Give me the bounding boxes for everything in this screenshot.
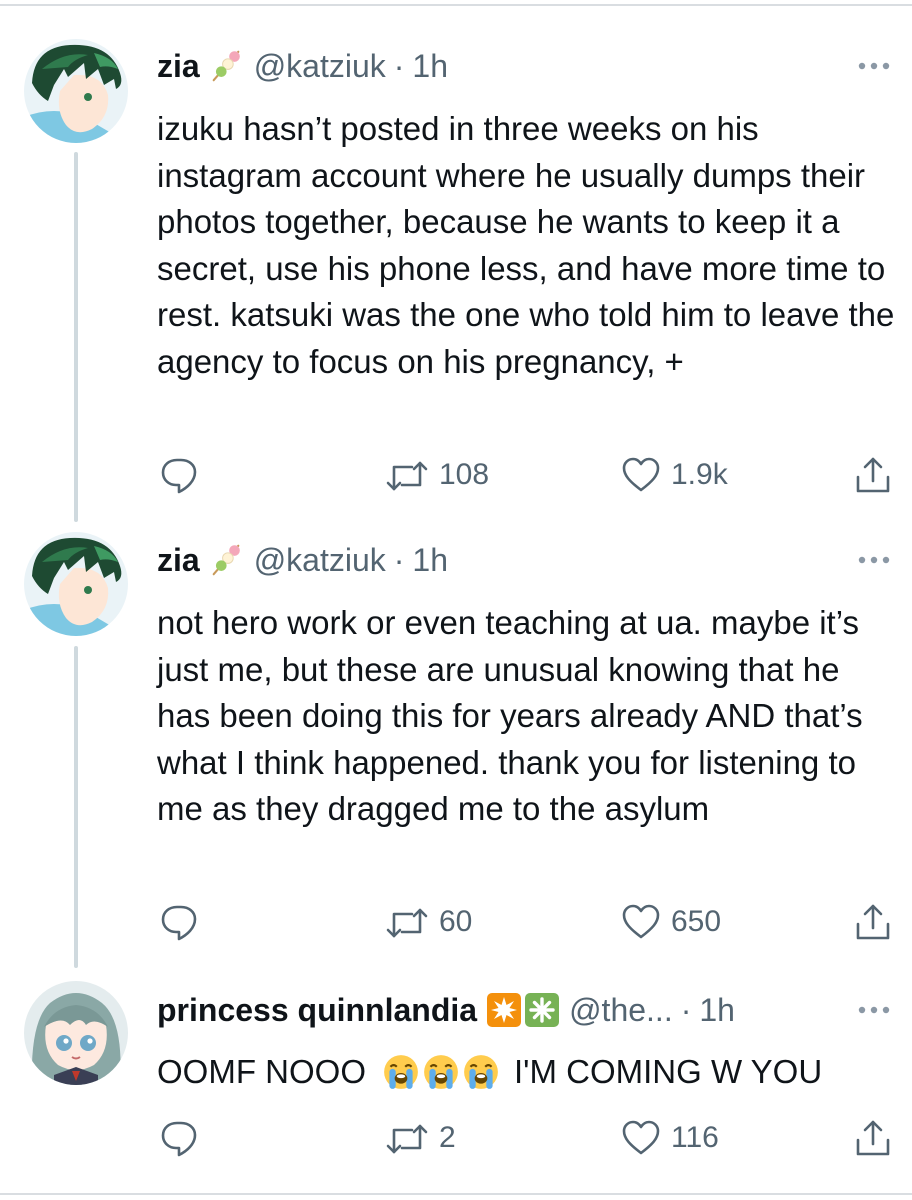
heart-icon — [622, 904, 660, 939]
eight-spoked-asterisk-icon — [525, 993, 560, 1027]
eight-pointed-star-icon — [487, 993, 522, 1027]
retweet-count: 108 — [439, 458, 490, 491]
reply-icon — [161, 1121, 197, 1157]
reply-icon — [161, 905, 197, 941]
heart-icon — [622, 1120, 660, 1155]
avatar[interactable] — [24, 532, 128, 636]
loudly-crying-face-icon — [463, 1054, 499, 1091]
bottom-divider — [0, 1193, 912, 1195]
avatar[interactable] — [24, 981, 128, 1085]
like-button[interactable]: 116 — [621, 1118, 719, 1158]
tweet-header: princess quinnlandia @the... · 1h — [157, 990, 735, 1030]
avatar[interactable] — [24, 39, 128, 143]
separator-dot: · — [393, 48, 405, 84]
retweet-count: 2 — [439, 1121, 456, 1154]
display-name[interactable]: zia — [157, 540, 200, 580]
share-button[interactable] — [853, 1118, 893, 1158]
share-icon — [856, 904, 890, 940]
share-button[interactable] — [853, 902, 893, 942]
tweet-actions: 2 116 — [157, 1118, 897, 1162]
timestamp[interactable]: 1h — [412, 46, 448, 86]
separator-dot: · — [393, 542, 405, 578]
more-options-icon[interactable] — [856, 554, 892, 566]
dango-icon — [212, 544, 241, 576]
tweet-actions: 108 1.9k — [157, 455, 897, 499]
like-count: 650 — [671, 905, 722, 938]
reply-icon — [161, 458, 197, 494]
share-icon — [856, 1120, 890, 1156]
tweet-header: zia @katziuk · 1h — [157, 46, 448, 86]
loudly-crying-face-icon — [383, 1054, 419, 1091]
like-button[interactable]: 1.9k — [621, 455, 728, 495]
retweet-button[interactable]: 2 — [385, 1118, 456, 1158]
timestamp[interactable]: 1h — [412, 540, 448, 580]
like-count: 1.9k — [671, 458, 728, 491]
timestamp[interactable]: 1h — [699, 990, 735, 1030]
reply-button[interactable] — [159, 902, 199, 942]
heart-icon — [622, 457, 660, 492]
separator-dot: · — [680, 992, 692, 1028]
handle[interactable]: @katziuk — [254, 46, 386, 86]
dango-icon — [212, 50, 241, 82]
handle[interactable]: @katziuk — [254, 540, 386, 580]
tweet-text-start: OOMF NOOO — [157, 1053, 366, 1090]
more-options-icon[interactable] — [856, 1004, 892, 1016]
like-button[interactable]: 650 — [621, 902, 721, 942]
retweet-button[interactable]: 108 — [385, 455, 489, 495]
retweet-icon — [386, 461, 428, 491]
reply-button[interactable] — [159, 1118, 199, 1158]
retweet-icon — [386, 908, 428, 938]
retweet-count: 60 — [439, 905, 473, 938]
share-icon — [856, 457, 890, 493]
tweet-text: izuku hasn’t posted in three weeks on hi… — [157, 110, 895, 380]
like-count: 116 — [671, 1121, 719, 1154]
tweet-text: not hero work or even teaching at ua. ma… — [157, 604, 863, 827]
retweet-button[interactable]: 60 — [385, 902, 472, 942]
tweet-actions: 60 650 — [157, 902, 897, 946]
loudly-crying-face-icon — [423, 1054, 459, 1091]
thread-connector — [74, 152, 78, 522]
tweet-text: OOMF NOOO I'M COMING W YOU — [157, 1049, 897, 1096]
display-name[interactable]: princess quinnlandia — [157, 990, 477, 1030]
reply-button[interactable] — [159, 455, 199, 495]
tweet-text-end: I'M COMING W YOU — [514, 1053, 823, 1090]
thread-connector — [74, 646, 78, 968]
handle[interactable]: @the... — [569, 990, 673, 1030]
share-button[interactable] — [853, 455, 893, 495]
more-options-icon[interactable] — [856, 60, 892, 72]
top-divider — [0, 4, 912, 6]
tweet-header: zia @katziuk · 1h — [157, 540, 448, 580]
display-name[interactable]: zia — [157, 46, 200, 86]
retweet-icon — [386, 1124, 428, 1154]
